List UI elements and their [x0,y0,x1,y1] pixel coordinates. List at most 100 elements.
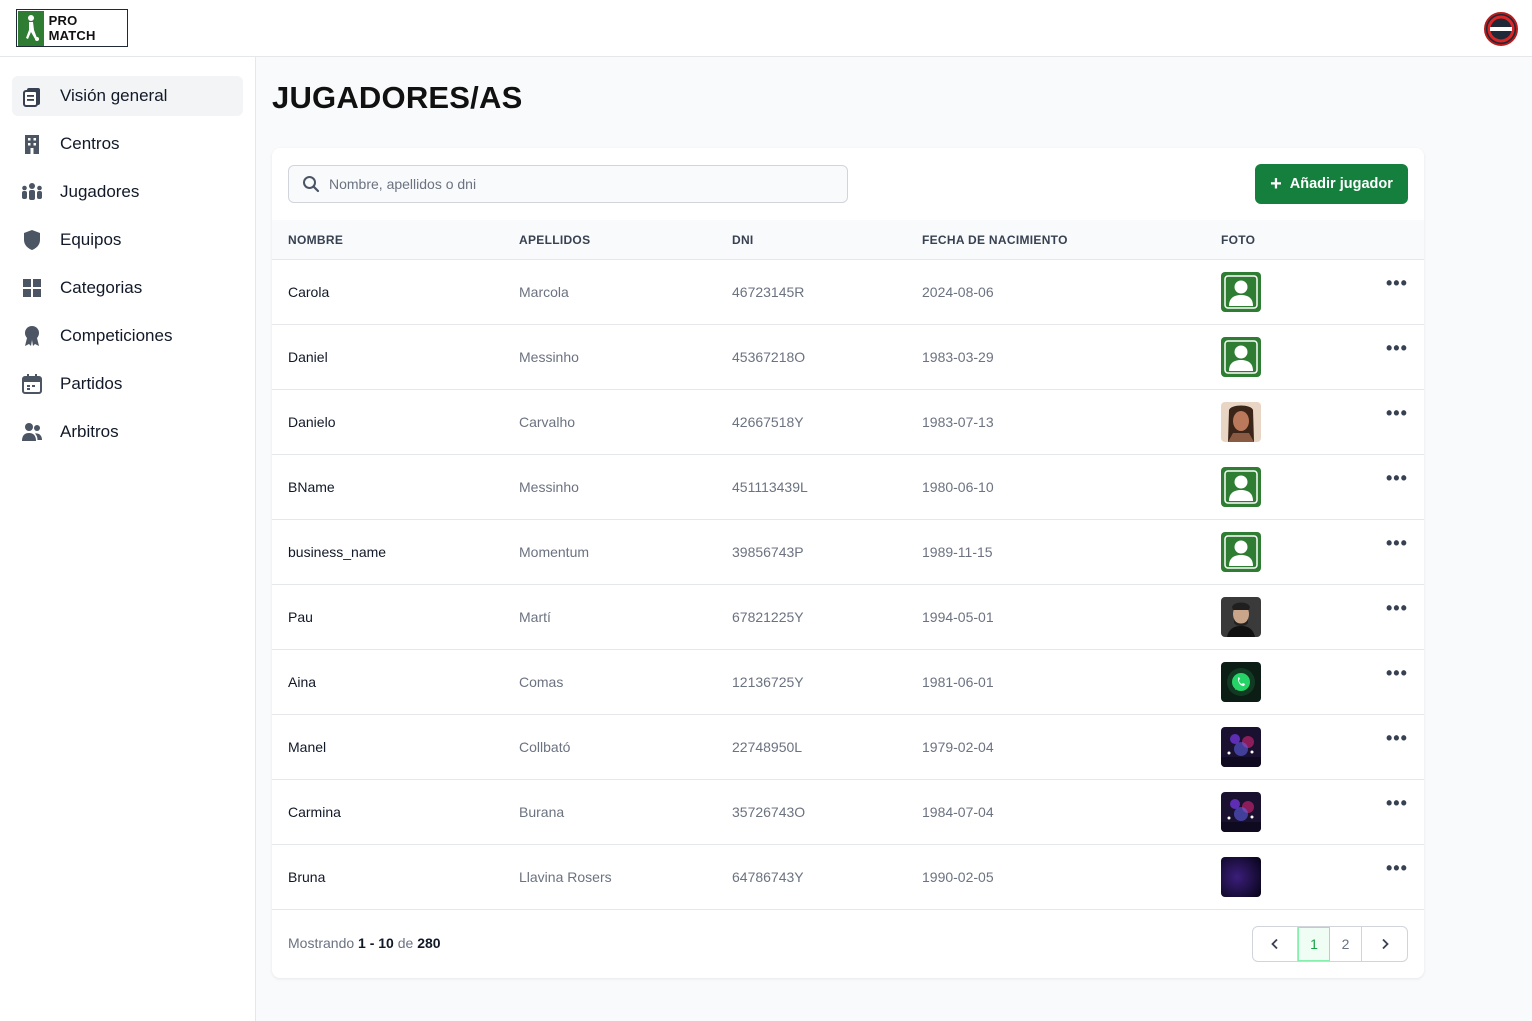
row-actions-icon[interactable]: ••• [1386,274,1408,292]
cell-fecha: 1980-06-10 [922,479,994,495]
sidebar-item-categorias[interactable]: Categorias [12,268,243,308]
sidebar-item-label: Arbitros [60,422,119,441]
calendar-icon [20,372,44,396]
sidebar-item-competiciones[interactable]: Competiciones [12,316,243,356]
sidebar-item-centros[interactable]: Centros [12,124,243,164]
app-logo[interactable]: PRO MATCH [16,9,128,47]
page-button-2[interactable]: 2 [1330,927,1362,961]
soccer-player-icon [18,10,44,46]
cell-fecha: 2024-08-06 [922,284,994,300]
search-input[interactable] [329,176,809,192]
row-actions-icon[interactable]: ••• [1386,469,1408,487]
table-row[interactable]: Carola Marcola 46723145R 2024-08-06 ••• [272,260,1424,325]
table-row[interactable]: Danielo Carvalho 42667518Y 1983-07-13 ••• [272,390,1424,455]
summary-prefix: Mostrando [288,935,355,951]
player-photo [1221,402,1261,442]
sidebar-item-partidos[interactable]: Partidos [12,364,243,404]
previous-page-button[interactable] [1253,927,1298,961]
users-group-icon [20,180,44,204]
next-page-button[interactable] [1362,927,1407,961]
table-row[interactable]: Daniel Messinho 45367218O 1983-03-29 ••• [272,325,1424,390]
sidebar-item-label: Categorias [60,278,143,297]
cell-nombre: Daniel [288,349,328,365]
table-row[interactable]: BName Messinho 451113439L 1980-06-10 ••• [272,455,1424,520]
chevron-right-icon [1381,938,1389,950]
plus-icon: + [1270,173,1282,195]
table-row[interactable]: Carmina Burana 35726743O 1984-07-04 ••• [272,780,1424,845]
users-icon [20,420,44,444]
row-actions-icon[interactable]: ••• [1386,599,1408,617]
page-title: JUGADORES/AS [272,80,523,115]
cell-dni: 39856743P [732,544,804,560]
sidebar-item-label: Equipos [60,230,122,249]
row-actions-icon[interactable]: ••• [1386,729,1408,747]
cell-apellidos: Burana [519,804,565,820]
column-header-foto: FOTO [1221,233,1256,247]
cell-nombre: Manel [288,739,327,755]
player-photo [1221,597,1261,637]
cell-fecha: 1983-03-29 [922,349,994,365]
sidebar-item-label: Partidos [60,374,123,393]
page-button-1[interactable]: 1 [1298,927,1330,961]
cell-apellidos: Collbató [519,739,571,755]
sidebar-item-equipos[interactable]: Equipos [12,220,243,260]
cell-fecha: 1984-07-04 [922,804,994,820]
player-photo [1221,272,1261,312]
table-header: NOMBRE APELLIDOS DNI FECHA DE NACIMIENTO… [272,220,1424,260]
table-row[interactable]: Bruna Llavina Rosers 64786743Y 1990-02-05 ••… [272,845,1424,910]
row-actions-icon[interactable]: ••• [1386,534,1408,552]
row-actions-icon[interactable]: ••• [1386,794,1408,812]
table-row[interactable]: business_name Momentum 39856743P 1989-11-15… [272,520,1424,585]
grid-icon [20,276,44,300]
column-header-apellidos[interactable]: APELLIDOS [519,233,590,247]
add-player-button[interactable]: + Añadir jugador [1255,164,1408,204]
top-bar: PRO MATCH [0,0,1532,57]
column-header-fecha[interactable]: FECHA DE NACIMIENTO [922,233,1068,247]
cell-dni: 22748950L [732,739,803,755]
award-icon [20,324,44,348]
cell-fecha: 1990-02-05 [922,869,994,885]
player-photo [1221,727,1261,767]
cell-apellidos: Marcola [519,284,569,300]
shield-icon [20,228,44,252]
cell-apellidos: Messinho [519,349,579,365]
cell-dni: 45367218O [732,349,806,365]
sidebar-item-label: Visión general [60,86,168,105]
table-row[interactable]: Aina Comas 12136725Y 1981-06-01 ••• [272,650,1424,715]
sidebar-item-jugadores[interactable]: Jugadores [12,172,243,212]
cell-apellidos: Comas [519,674,564,690]
summary-total: 280 [417,935,441,951]
cell-nombre: Bruna [288,869,326,885]
player-photo [1221,467,1261,507]
table-row[interactable]: Pau Martí 67821225Y 1994-05-01 ••• [272,585,1424,650]
cell-fecha: 1983-07-13 [922,414,994,430]
cell-nombre: Danielo [288,414,336,430]
row-actions-icon[interactable]: ••• [1386,859,1408,877]
cell-dni: 64786743Y [732,869,804,885]
sidebar-item-arbitros[interactable]: Arbitros [12,412,243,452]
column-header-dni[interactable]: DNI [732,233,754,247]
player-photo [1221,662,1261,702]
cell-nombre: Pau [288,609,313,625]
row-actions-icon[interactable]: ••• [1386,404,1408,422]
user-avatar[interactable] [1484,12,1518,46]
row-actions-icon[interactable]: ••• [1386,664,1408,682]
cell-nombre: Carola [288,284,330,300]
cell-apellidos: Llavina Rosers [519,869,612,885]
search-box[interactable] [288,165,848,203]
table-row[interactable]: Manel Collbató 22748950L 1979-02-04 ••• [272,715,1424,780]
players-table-card: + Añadir jugador NOMBRE APELLIDOS DNI FE… [272,148,1424,978]
clipboard-icon [20,84,44,108]
pagination: 1 2 [1252,926,1408,962]
player-photo [1221,337,1261,377]
sidebar-item-vision-general[interactable]: Visión general [12,76,243,116]
column-header-nombre[interactable]: NOMBRE [288,233,343,247]
cell-fecha: 1979-02-04 [922,739,994,755]
cell-apellidos: Martí [519,609,551,625]
sidebar-item-label: Jugadores [60,182,140,201]
cell-nombre: Aina [288,674,317,690]
cell-dni: 35726743O [732,804,806,820]
pagination-summary: Mostrando 1 - 10 de 280 [288,935,441,951]
row-actions-icon[interactable]: ••• [1386,339,1408,357]
cell-fecha: 1989-11-15 [922,544,993,560]
